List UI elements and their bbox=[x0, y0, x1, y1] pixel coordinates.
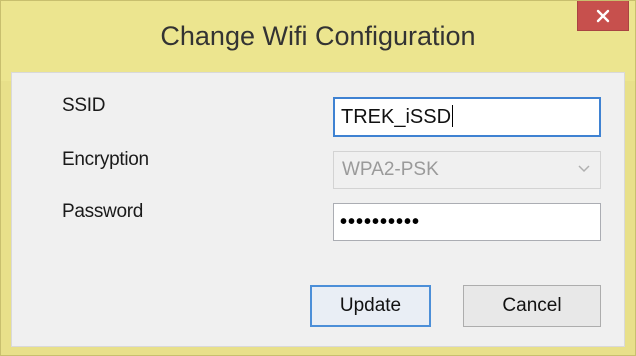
text-caret bbox=[452, 105, 454, 128]
title-bar[interactable]: Change Wifi Configuration bbox=[1, 1, 635, 81]
ssid-label: SSID bbox=[62, 95, 106, 116]
dialog-body: SSID TREK_iSSD Encryption WPA2-PSK Passw… bbox=[11, 72, 625, 347]
password-input[interactable]: •••••••••• bbox=[333, 203, 601, 241]
password-label: Password bbox=[62, 201, 144, 222]
dialog-title: Change Wifi Configuration bbox=[160, 21, 476, 51]
dialog-window: Change Wifi Configuration SSID TREK_iSSD… bbox=[0, 0, 636, 356]
encryption-select[interactable]: WPA2-PSK bbox=[333, 151, 601, 189]
ssid-value: TREK_iSSD bbox=[341, 106, 452, 128]
update-button[interactable]: Update bbox=[310, 285, 431, 327]
close-button[interactable] bbox=[577, 1, 629, 31]
password-value: •••••••••• bbox=[340, 211, 421, 233]
close-icon bbox=[596, 9, 610, 22]
ssid-input[interactable]: TREK_iSSD bbox=[333, 97, 601, 137]
encryption-label: Encryption bbox=[62, 149, 149, 170]
chevron-down-icon bbox=[578, 165, 590, 173]
cancel-button[interactable]: Cancel bbox=[463, 285, 601, 327]
encryption-value: WPA2-PSK bbox=[342, 159, 439, 180]
